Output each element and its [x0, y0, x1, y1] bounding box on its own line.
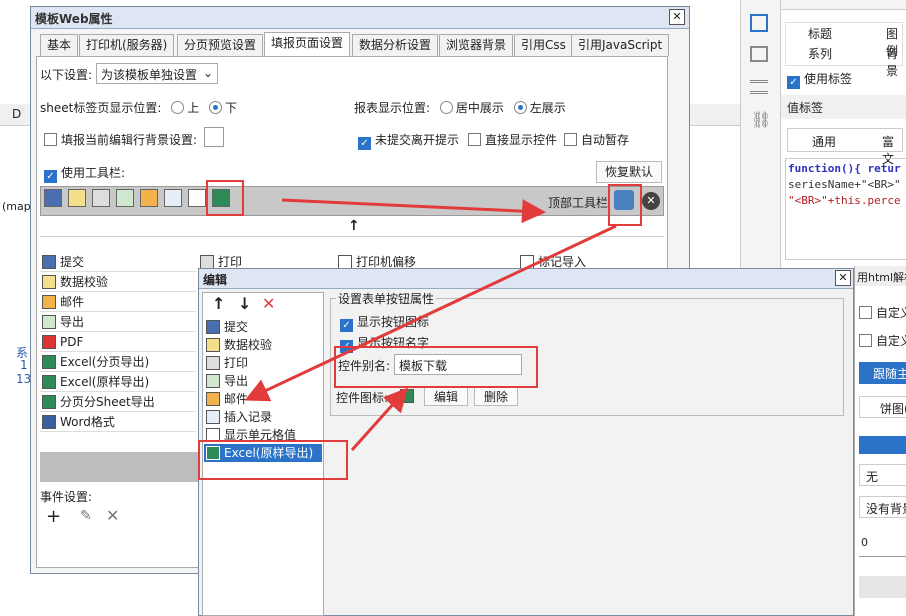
arrow-toolbar-to-gear: [281, 198, 546, 224]
annotation-arrows: [244, 198, 617, 452]
arrow-item-to-icon: [350, 387, 409, 452]
arrow-gear-to-tree: [244, 224, 617, 402]
